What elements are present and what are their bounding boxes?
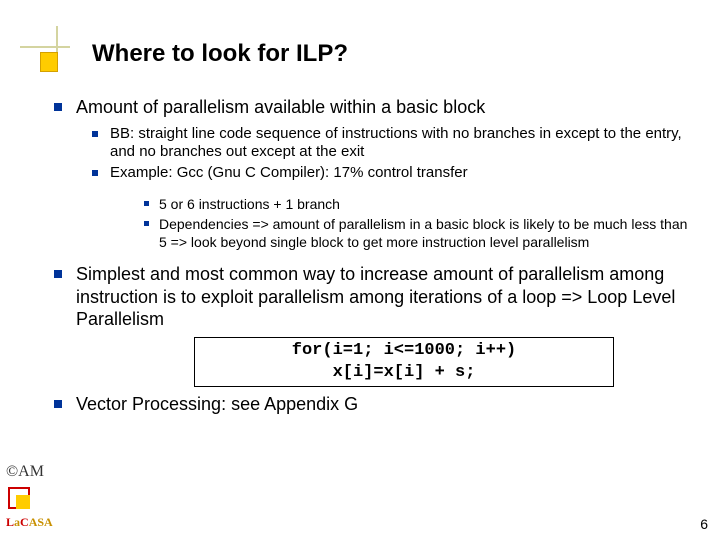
code-line: x[i]=x[i] + s;	[203, 362, 605, 384]
bullet-square-icon	[144, 201, 149, 206]
bullet-text: BB: straight line code sequence of instr…	[110, 125, 698, 163]
bullet-level2: BB: straight line code sequence of instr…	[92, 125, 698, 163]
footer-left: ©AM LaCASA	[6, 463, 53, 530]
bullet-text: Amount of parallelism available within a…	[76, 96, 485, 119]
bullet-level3: Dependencies => amount of parallelism in…	[144, 215, 698, 251]
code-box: for(i=1; i<=1000; i++) x[i]=x[i] + s;	[194, 337, 614, 387]
brand-text: LaCASA	[6, 515, 53, 530]
bullet-square-icon	[92, 170, 98, 176]
bullet-level1: Simplest and most common way to increase…	[54, 263, 698, 331]
bullet-text: Example: Gcc (Gnu C Compiler): 17% contr…	[110, 164, 468, 183]
bullet-level3: 5 or 6 instructions + 1 branch	[144, 195, 698, 213]
bullet-text: 5 or 6 instructions + 1 branch	[159, 195, 340, 213]
bullet-square-icon	[54, 270, 62, 278]
bullet-level1: Vector Processing: see Appendix G	[54, 393, 698, 416]
brand-logo-icon	[6, 485, 34, 513]
corner-decoration	[20, 46, 70, 78]
page-number: 6	[700, 516, 708, 532]
bullet-square-icon	[144, 221, 149, 226]
bullet-square-icon	[54, 400, 62, 408]
slide-title: Where to look for ILP?	[92, 40, 348, 68]
bullet-square-icon	[54, 103, 62, 111]
slide-body: Amount of parallelism available within a…	[54, 96, 698, 422]
bullet-level2: Example: Gcc (Gnu C Compiler): 17% contr…	[92, 164, 698, 183]
bullet-text: Dependencies => amount of parallelism in…	[159, 215, 698, 251]
bullet-text: Simplest and most common way to increase…	[76, 263, 698, 331]
code-line: for(i=1; i<=1000; i++)	[203, 340, 605, 362]
bullet-level1: Amount of parallelism available within a…	[54, 96, 698, 119]
copyright-label: ©AM	[6, 463, 53, 481]
bullet-square-icon	[92, 131, 98, 137]
bullet-text: Vector Processing: see Appendix G	[76, 393, 358, 416]
